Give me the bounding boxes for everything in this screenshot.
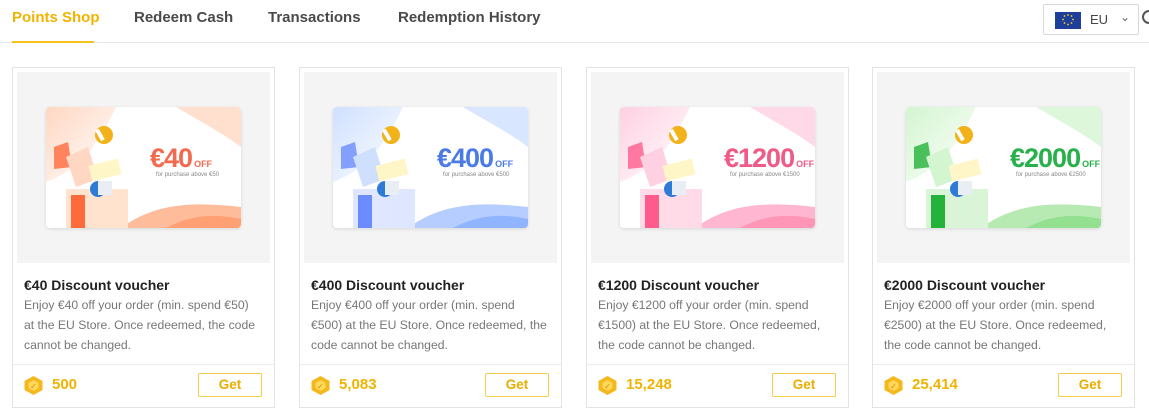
voucher-description: Enjoy €2000 off your order (min. spend €… xyxy=(884,298,1107,352)
voucher-amount: €1200 OFF xyxy=(724,143,815,173)
voucher-graphic: €40 OFF for purchase above €50 xyxy=(46,107,241,228)
points-coin-icon: ✓ xyxy=(311,376,330,395)
voucher-image: €1200 OFF for purchase above €1500 xyxy=(591,72,844,263)
voucher-card: €40 OFF for purchase above €50 €40 Discount… xyxy=(12,67,275,408)
points-cost: 500 xyxy=(52,376,78,393)
voucher-description: Enjoy €400 off your order (min. spend €5… xyxy=(311,298,547,352)
partial-icon[interactable] xyxy=(1142,10,1149,24)
voucher-image: €2000 OFF for purchase above €2500 xyxy=(877,72,1130,263)
voucher-amount: €2000 OFF xyxy=(1010,143,1101,173)
voucher-off-label: OFF xyxy=(495,159,514,169)
eu-flag-icon xyxy=(1055,12,1081,29)
voucher-min-spend: for purchase above €1500 xyxy=(730,172,800,178)
tab-redeem-cash[interactable]: Redeem Cash xyxy=(134,9,233,42)
voucher-title: €400 Discount voucher xyxy=(311,277,465,293)
points-coin-icon: ✓ xyxy=(884,376,903,395)
voucher-off-label: OFF xyxy=(194,159,213,169)
get-button[interactable]: Get xyxy=(1058,373,1122,397)
voucher-min-spend: for purchase above €50 xyxy=(156,172,220,178)
tab-points-shop[interactable]: Points Shop xyxy=(12,9,100,43)
voucher-title: €1200 Discount voucher xyxy=(598,277,760,293)
card-footer: ✓ 25,414 Get xyxy=(873,364,1134,407)
get-button[interactable]: Get xyxy=(198,373,262,397)
voucher-min-spend: for purchase above €500 xyxy=(443,172,510,178)
voucher-description: Enjoy €40 off your order (min. spend €50… xyxy=(24,298,256,352)
points-coin-icon: ✓ xyxy=(598,376,617,395)
points-cost: 25,414 xyxy=(912,376,958,393)
svg-text:✓: ✓ xyxy=(604,382,611,391)
voucher-off-label: OFF xyxy=(796,159,815,169)
voucher-image: €40 OFF for purchase above €50 xyxy=(17,72,270,263)
chevron-down-icon: ⌄ xyxy=(1120,10,1131,24)
voucher-graphic: €2000 OFF for purchase above €2500 xyxy=(906,107,1101,228)
voucher-card: €2000 OFF for purchase above €2500 €2000 Di… xyxy=(872,67,1135,408)
region-label: EU xyxy=(1090,12,1109,27)
points-cost: 5,083 xyxy=(339,376,377,393)
card-footer: ✓ 500 Get xyxy=(13,364,274,407)
region-selector[interactable]: EU ⌄ xyxy=(1043,4,1139,35)
card-footer: ✓ 15,248 Get xyxy=(587,364,848,407)
card-footer: ✓ 5,083 Get xyxy=(300,364,561,407)
voucher-title: €2000 Discount voucher xyxy=(884,277,1046,293)
voucher-off-label: OFF xyxy=(1082,159,1101,169)
get-button[interactable]: Get xyxy=(772,373,836,397)
voucher-title: €40 Discount voucher xyxy=(24,277,170,293)
voucher-amount: €400 OFF xyxy=(437,143,514,173)
tab-bar: Points Shop Redeem Cash Transactions Red… xyxy=(0,0,1149,43)
voucher-graphic: €1200 OFF for purchase above €1500 xyxy=(620,107,815,228)
tab-redemption-history[interactable]: Redemption History xyxy=(398,9,541,42)
svg-text:✓: ✓ xyxy=(317,382,324,391)
points-cost: 15,248 xyxy=(626,376,672,393)
svg-text:✓: ✓ xyxy=(890,382,897,391)
voucher-image: €400 OFF for purchase above €500 xyxy=(304,72,557,263)
voucher-card: €1200 OFF for purchase above €1500 €1200 Di… xyxy=(586,67,849,408)
voucher-card: €400 OFF for purchase above €500 €400 Disco… xyxy=(299,67,562,408)
voucher-amount: €40 OFF xyxy=(150,143,213,173)
voucher-min-spend: for purchase above €2500 xyxy=(1016,172,1086,178)
points-coin-icon: ✓ xyxy=(24,376,43,395)
svg-text:✓: ✓ xyxy=(30,382,37,391)
get-button[interactable]: Get xyxy=(485,373,549,397)
voucher-description: Enjoy €1200 off your order (min. spend €… xyxy=(598,298,821,352)
voucher-graphic: €400 OFF for purchase above €500 xyxy=(333,107,528,228)
tab-transactions[interactable]: Transactions xyxy=(268,9,361,42)
